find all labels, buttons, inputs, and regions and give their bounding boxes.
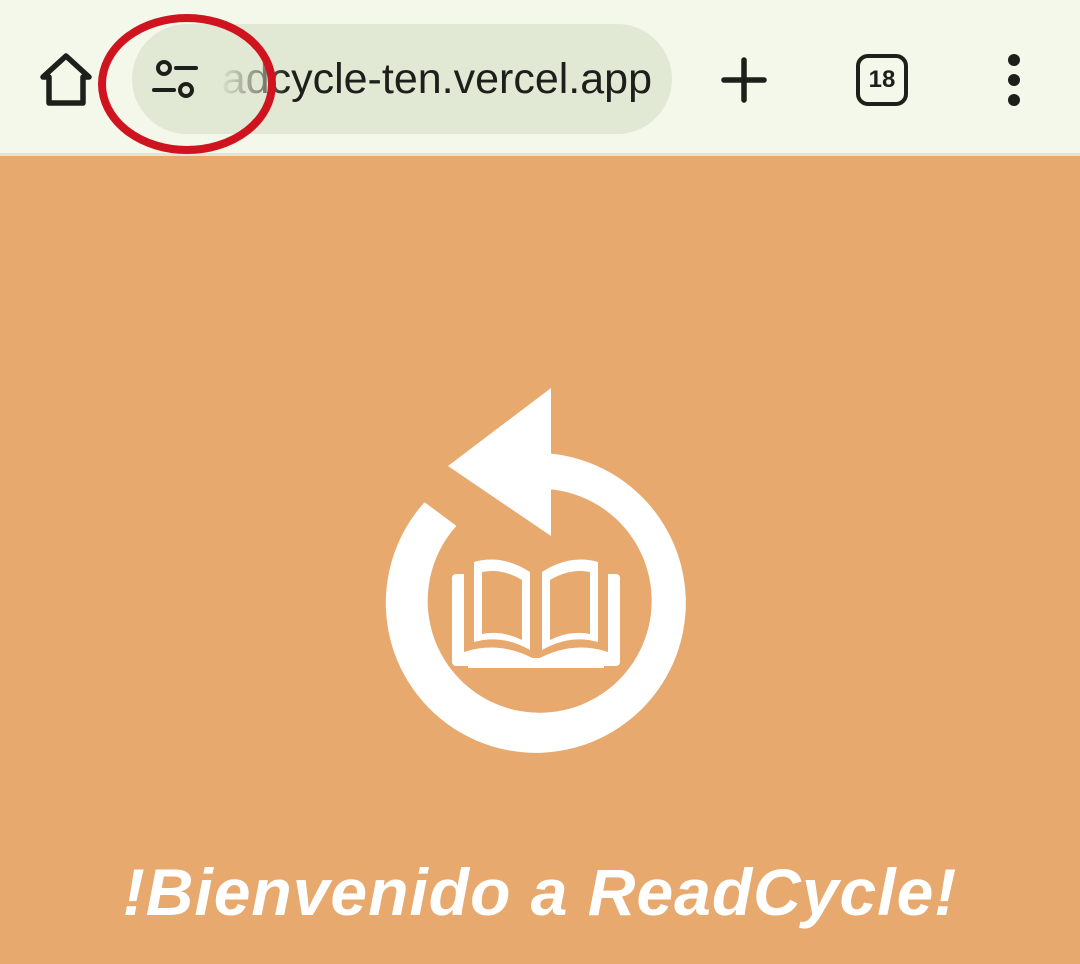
book-icon (452, 549, 620, 668)
address-bar[interactable]: readcycle-ten.vercel.app (132, 24, 672, 134)
more-vert-icon (1008, 54, 1020, 106)
new-tab-button[interactable] (712, 48, 776, 112)
plus-icon (721, 57, 767, 103)
home-button[interactable] (32, 46, 100, 114)
tab-switcher-button[interactable]: 18 (856, 54, 908, 106)
tune-icon (152, 60, 198, 98)
site-settings-button[interactable] (150, 56, 200, 102)
welcome-heading: !Bienvenido a ReadCycle! (122, 855, 958, 929)
readcycle-logo (385, 388, 686, 753)
browser-toolbar: readcycle-ten.vercel.app 18 (0, 0, 1080, 156)
url-display[interactable]: readcycle-ten.vercel.app (218, 24, 658, 134)
url-fade (218, 24, 288, 134)
home-icon (40, 53, 92, 106)
more-menu-button[interactable] (990, 48, 1038, 112)
tab-count: 18 (868, 66, 896, 93)
